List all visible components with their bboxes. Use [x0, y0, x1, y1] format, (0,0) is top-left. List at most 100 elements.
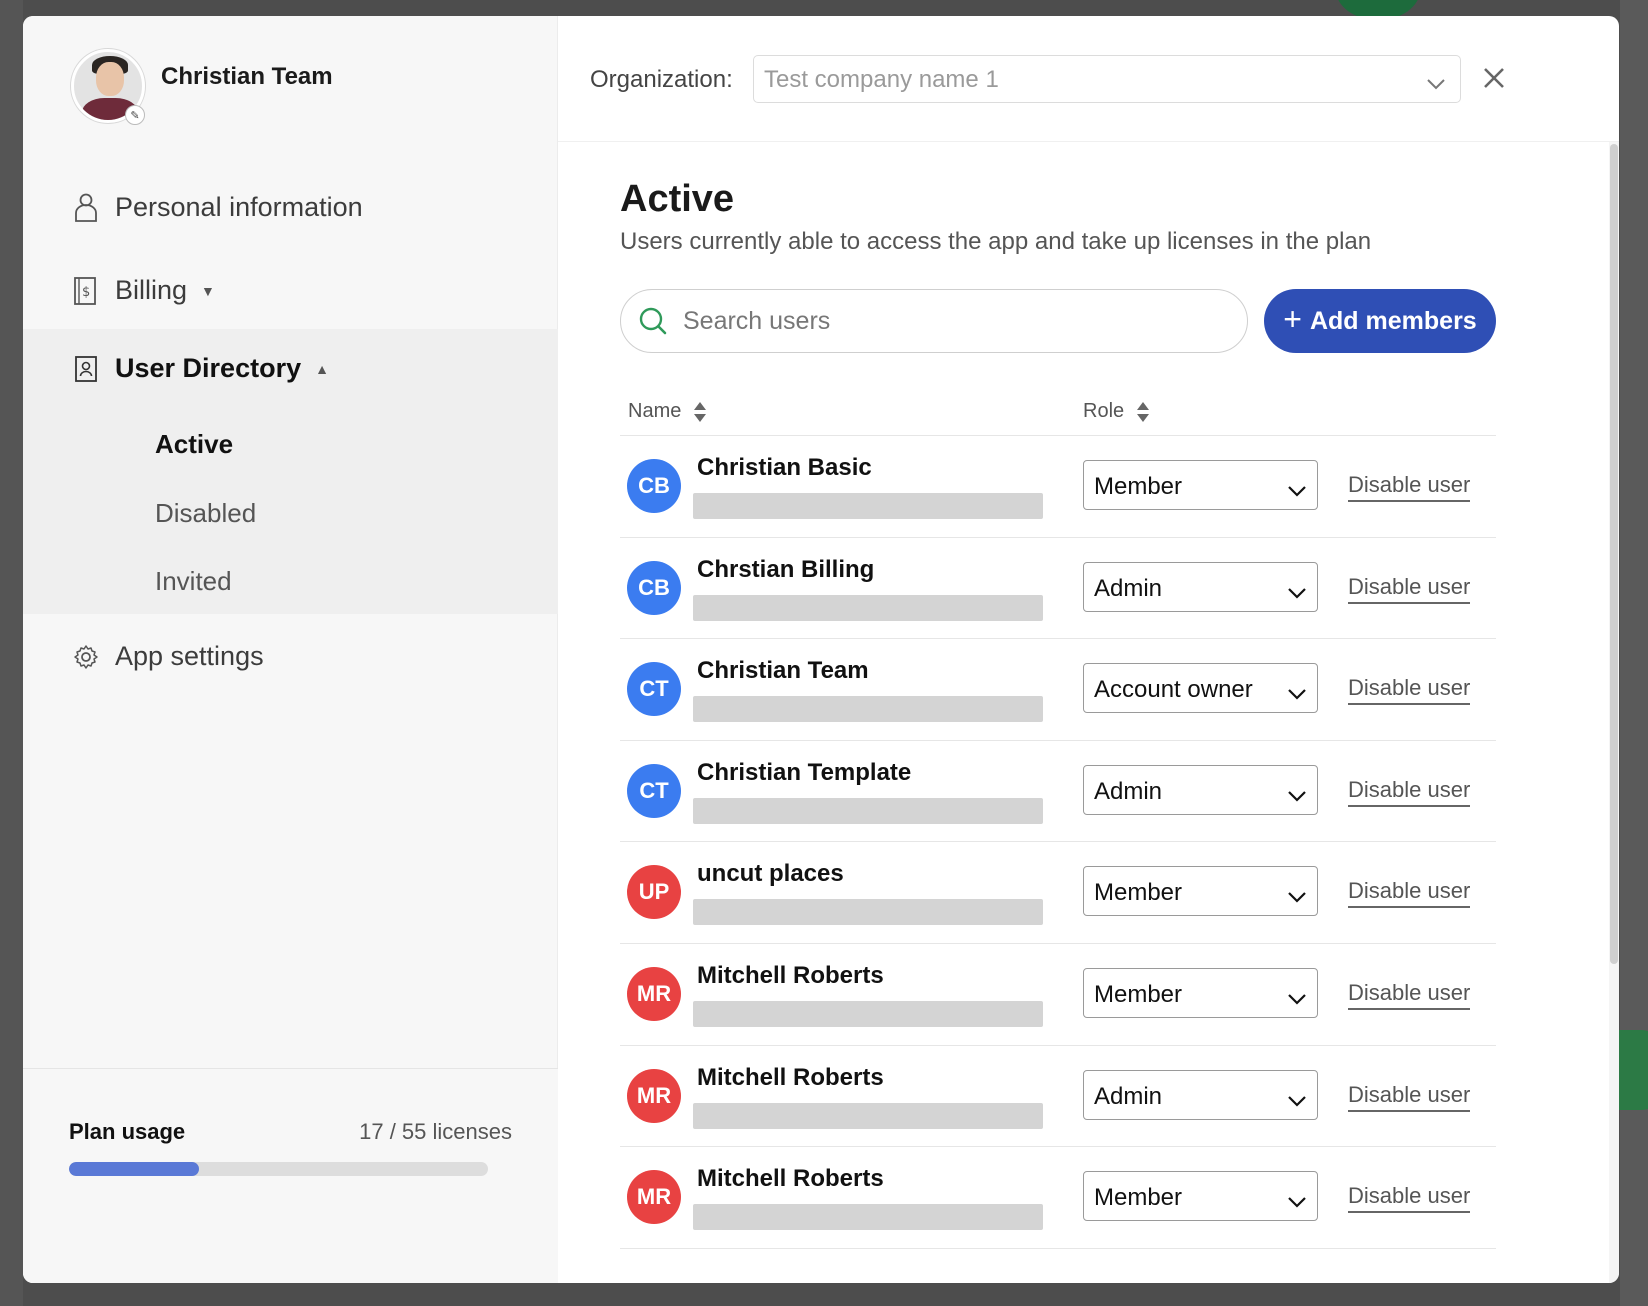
plan-usage-fill	[69, 1162, 199, 1176]
subnav-invited[interactable]: Invited	[155, 566, 232, 597]
chevron-down-icon	[1287, 477, 1307, 505]
page-subtitle: Users currently able to access the app a…	[620, 228, 1372, 255]
table-row: MR Mitchell Roberts Member Disable user	[620, 1147, 1496, 1249]
column-header-name[interactable]: Name	[628, 400, 707, 423]
main-panel: Organization: Test company name 1 Active…	[558, 16, 1619, 1283]
chevron-down-icon	[1287, 883, 1307, 911]
plan-usage: Plan usage 17 / 55 licenses	[23, 1068, 558, 1283]
table-row: CB Christian Basic Member Disable user	[620, 436, 1496, 538]
user-initials-avatar: MR	[627, 966, 681, 1021]
user-name: Christian Template	[697, 758, 912, 786]
chevron-down-icon	[1287, 579, 1307, 607]
redacted-email	[693, 899, 1043, 926]
chevron-down-icon	[1426, 70, 1446, 98]
role-select[interactable]: Account owner	[1083, 663, 1318, 714]
subnav-active[interactable]: Active	[155, 429, 233, 460]
chevron-down-icon	[1287, 1087, 1307, 1115]
role-select-value: Admin	[1094, 1082, 1163, 1110]
redacted-email	[693, 493, 1043, 519]
caret-up-icon: ▲	[315, 360, 329, 377]
role-select-value: Member	[1094, 879, 1183, 907]
nav-app-settings[interactable]: App settings	[71, 641, 264, 672]
organization-select[interactable]: Test company name 1	[753, 55, 1461, 103]
redacted-email	[693, 594, 1043, 621]
contact-book-icon	[71, 354, 101, 384]
chevron-down-icon	[1287, 985, 1307, 1013]
user-name: Mitchell Roberts	[697, 961, 884, 989]
organization-label: Organization:	[590, 66, 733, 93]
plan-usage-label: Plan usage	[69, 1119, 186, 1144]
redacted-email	[693, 696, 1043, 723]
disable-user-link[interactable]: Disable user	[1348, 472, 1471, 502]
settings-modal: ✎ Christian Team Personal information $ …	[23, 16, 1619, 1283]
user-name: Christian Basic	[697, 454, 872, 481]
role-select[interactable]: Member	[1083, 1171, 1318, 1222]
role-select[interactable]: Admin	[1083, 1069, 1318, 1120]
person-icon	[71, 193, 101, 223]
role-select[interactable]: Member	[1083, 967, 1318, 1018]
chevron-down-icon	[1287, 782, 1307, 810]
search-input[interactable]	[683, 306, 1183, 336]
role-select[interactable]: Member	[1083, 866, 1318, 917]
pencil-icon[interactable]: ✎	[125, 105, 145, 125]
user-name: Mitchell Roberts	[697, 1165, 884, 1193]
close-icon	[1484, 68, 1504, 88]
sort-icon	[694, 401, 707, 422]
user-table: CB Christian Basic Member Disable user C…	[620, 436, 1496, 1249]
profile-name: Christian Team	[161, 63, 333, 90]
add-members-button[interactable]: + Add members	[1264, 289, 1496, 353]
role-select-value: Admin	[1094, 574, 1163, 602]
receipt-icon: $	[71, 276, 101, 306]
gear-icon	[71, 642, 101, 672]
redacted-email	[693, 1102, 1043, 1129]
role-select-value: Admin	[1094, 777, 1163, 805]
column-header-role[interactable]: Role	[1083, 400, 1150, 423]
nav-user-directory[interactable]: User Directory ▲	[71, 353, 329, 384]
subnav-disabled[interactable]: Disabled	[155, 498, 256, 529]
search-icon	[639, 307, 667, 335]
column-header-label: Name	[628, 400, 682, 422]
nav-label: App settings	[115, 641, 264, 671]
table-row: UP uncut places Member Disable user	[620, 842, 1496, 944]
user-initials-avatar: MR	[627, 1170, 681, 1225]
disable-user-link[interactable]: Disable user	[1348, 574, 1471, 604]
disable-user-link[interactable]: Disable user	[1348, 980, 1471, 1010]
role-select-value: Member	[1094, 473, 1183, 500]
role-select[interactable]: Member	[1083, 460, 1318, 510]
nav-billing[interactable]: $ Billing ▼	[71, 275, 215, 306]
user-name: Christian Team	[697, 657, 869, 685]
chevron-down-icon	[1287, 1188, 1307, 1216]
user-initials-avatar: CB	[627, 560, 681, 615]
table-row: CT Christian Template Admin Disable user	[620, 741, 1496, 843]
search-box[interactable]	[620, 289, 1248, 353]
disable-user-link[interactable]: Disable user	[1348, 878, 1471, 909]
disable-user-link[interactable]: Disable user	[1348, 1082, 1471, 1112]
scrollbar-thumb[interactable]	[1610, 144, 1618, 964]
close-button[interactable]	[1478, 62, 1510, 94]
plus-icon: +	[1283, 301, 1302, 337]
caret-down-icon: ▼	[201, 282, 215, 299]
redacted-email	[693, 1000, 1043, 1027]
plan-usage-bar	[69, 1162, 488, 1176]
disable-user-link[interactable]: Disable user	[1348, 675, 1471, 706]
disable-user-link[interactable]: Disable user	[1348, 1183, 1471, 1214]
user-initials-avatar: MR	[627, 1068, 681, 1123]
nav-label: Personal information	[115, 192, 363, 222]
redacted-email	[693, 797, 1043, 824]
user-name: Mitchell Roberts	[697, 1063, 884, 1091]
nav-label: User Directory	[115, 353, 302, 383]
background-app-left	[0, 0, 23, 1306]
role-select[interactable]: Admin	[1083, 561, 1318, 612]
role-select-value: Member	[1094, 1184, 1183, 1212]
user-initials-avatar: UP	[627, 865, 681, 920]
chevron-down-icon	[1287, 680, 1307, 708]
table-header: Name Role	[620, 390, 1496, 436]
role-select[interactable]: Admin	[1083, 764, 1318, 815]
nav-personal-information[interactable]: Personal information	[71, 192, 363, 223]
column-header-label: Role	[1083, 400, 1125, 422]
table-row: MR Mitchell Roberts Member Disable user	[620, 944, 1496, 1046]
background-app-right	[1620, 0, 1648, 1306]
table-row: CB Chrstian Billing Admin Disable user	[620, 538, 1496, 640]
disable-user-link[interactable]: Disable user	[1348, 777, 1471, 807]
user-initials-avatar: CT	[627, 662, 681, 717]
